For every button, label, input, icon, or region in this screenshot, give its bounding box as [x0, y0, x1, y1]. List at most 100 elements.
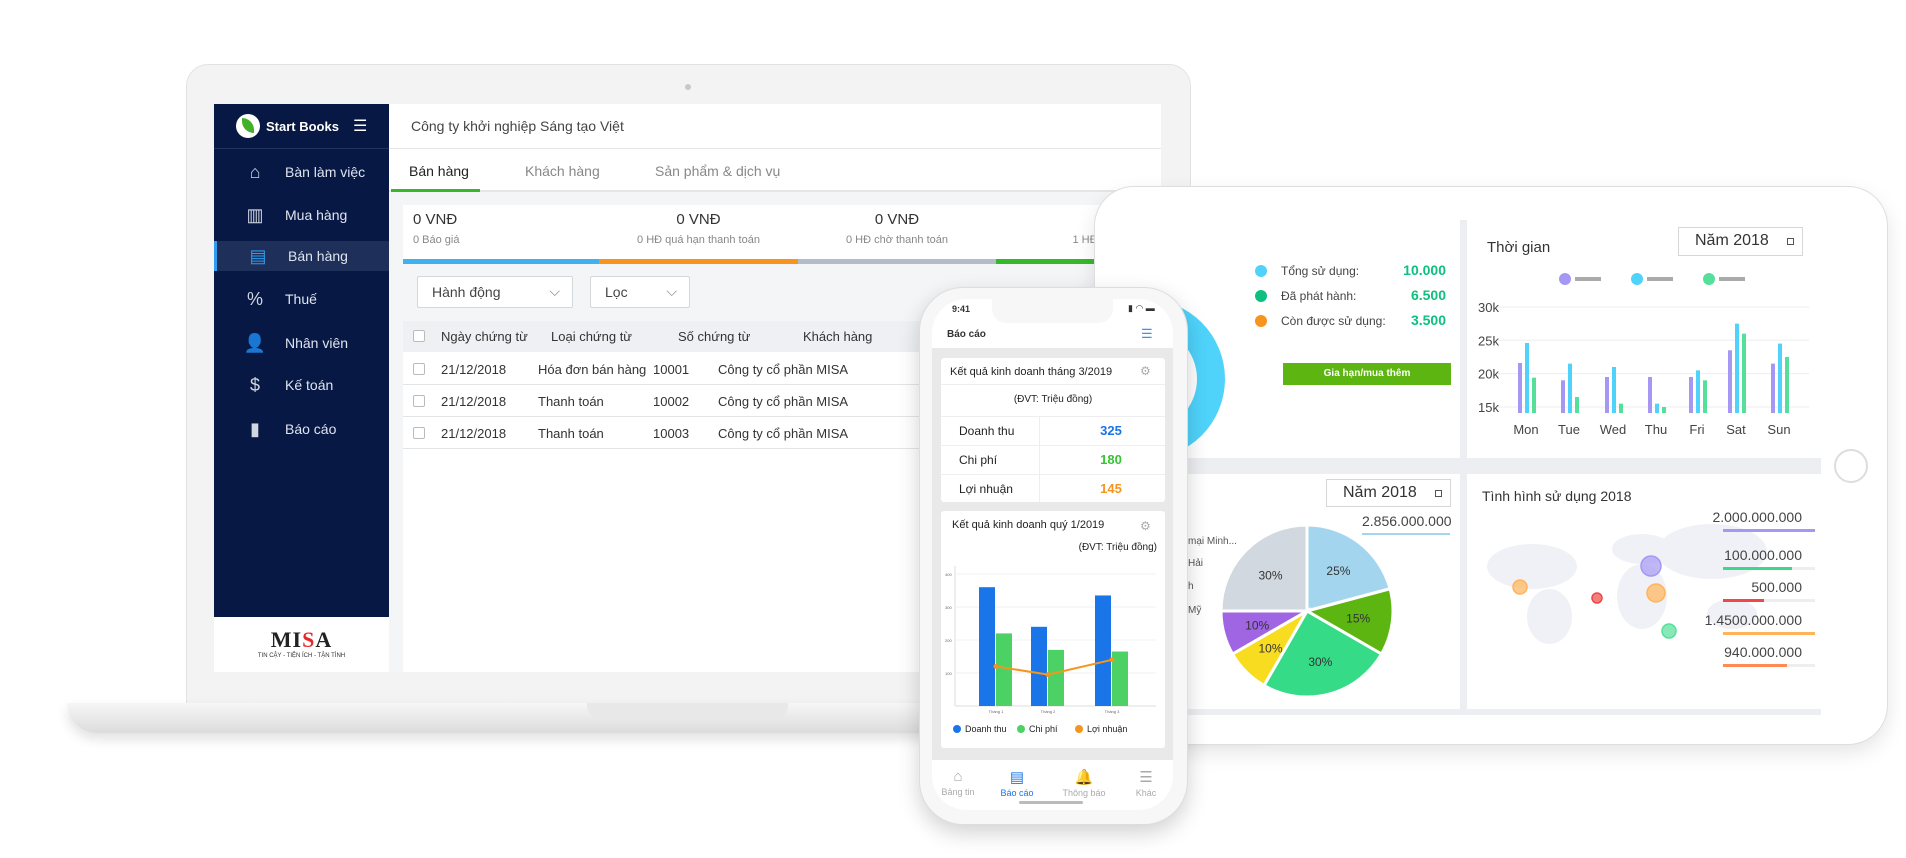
result-label: Lợi nhuận — [959, 482, 1013, 496]
tab-khach-hang[interactable]: Khách hàng — [525, 163, 600, 179]
column-header[interactable]: Số chứng từ — [678, 329, 750, 344]
tablet-home-button[interactable] — [1834, 449, 1868, 483]
bar-Wed-1 — [1612, 366, 1616, 414]
tab-report[interactable]: ▤ Báo cáo — [987, 768, 1047, 798]
map-marker[interactable] — [1640, 555, 1662, 577]
pie-panel: mại Minh... Hải h Mỹ 25% 15% 30% 10% 10% 30% Năm… — [1143, 474, 1460, 709]
legend-dot — [1703, 273, 1715, 285]
y-tick-label: 100 — [945, 671, 952, 676]
pie-slice-label: 10% — [1258, 641, 1282, 655]
percent-icon: % — [246, 288, 263, 309]
table-cell: Thanh toán — [538, 426, 604, 441]
sidebar-item-5[interactable]: $ Kế toán — [214, 370, 389, 400]
stat-1: 0 VNĐ 0 HĐ quá hạn thanh toán — [599, 211, 798, 246]
stat-0: 0 VNĐ 0 Báo giá — [413, 211, 459, 246]
status-icons: ▮ ◠ ▬ — [1128, 303, 1155, 313]
brand-name: Start Books — [266, 118, 339, 134]
column-header[interactable]: Loại chứng từ — [551, 329, 632, 344]
filter-dropdown[interactable]: Lọc ⌵ — [590, 276, 690, 308]
legend-dot — [1075, 725, 1083, 733]
bar-Sat-1 — [1735, 323, 1739, 414]
dropdown-toggle-icon — [1435, 490, 1442, 497]
pie-total: 2.856.000.000 — [1362, 513, 1452, 529]
sidebar-item-label: Mua hàng — [285, 207, 348, 223]
legend-dot — [1017, 725, 1025, 733]
y-tick-label: 20k — [1478, 367, 1499, 382]
pie-year-dropdown[interactable]: Năm 2018 — [1326, 479, 1451, 507]
map-marker[interactable] — [1591, 592, 1603, 604]
tab-label: Báo cáo — [1000, 788, 1034, 798]
result-label: Doanh thu — [959, 424, 1015, 438]
legend-dot — [1255, 265, 1267, 277]
month-card-title: Kết quả kinh doanh tháng 3/2019 — [950, 366, 1113, 378]
sidebar-item-label: Báo cáo — [285, 421, 337, 437]
stat-2: 0 VNĐ 0 HĐ chờ thanh toán — [798, 211, 996, 246]
bar-Mon-0 — [1518, 362, 1522, 414]
tab-ban-hang[interactable]: Bán hàng — [409, 163, 469, 179]
table-cell: 21/12/2018 — [441, 426, 507, 441]
usage-bar-fill — [1723, 529, 1815, 532]
row-checkbox[interactable] — [413, 395, 425, 407]
renew-button[interactable]: Gia hạn/mua thêm — [1283, 363, 1451, 385]
map-marker[interactable] — [1512, 579, 1528, 595]
bar-Tue-1 — [1568, 363, 1572, 414]
x-tick-label: Tháng 2 — [1041, 709, 1056, 714]
table-cell: 21/12/2018 — [441, 362, 507, 377]
tab-label: Bảng tin — [941, 787, 975, 797]
column-header[interactable]: Khách hàng — [803, 329, 872, 344]
tab-menu[interactable]: ☰ Khác — [1116, 768, 1173, 798]
usage-bar-fill — [1723, 632, 1815, 635]
result-value: 145 — [1100, 481, 1122, 496]
x-tick-label: Fri — [1689, 422, 1704, 437]
month-card-unit: (ĐVT: Triệu đồng) — [941, 384, 1165, 405]
tab-bell[interactable]: 🔔 Thông báo — [1054, 768, 1114, 798]
sidebar-item-4[interactable]: 👤 Nhân viên — [214, 328, 389, 358]
tab-label: Thông báo — [1062, 788, 1106, 798]
bell-icon: 🔔 — [1074, 769, 1094, 786]
result-row: Lợi nhuận 145 — [941, 474, 1165, 502]
sidebar-item-label: Bàn làm việc — [285, 164, 366, 180]
usage-label: Tổng sử dụng: — [1281, 264, 1360, 278]
bar-chart-icon: ▮ — [250, 418, 260, 439]
stats-card: 0 VNĐ 0 Báo giá 0 VNĐ 0 HĐ quá hạn thanh to… — [403, 205, 1161, 264]
invoice-icon: ▤ — [249, 245, 267, 266]
pie-slice-label: 15% — [1346, 612, 1370, 626]
table-cell: Công ty cổ phần MISA — [718, 426, 849, 441]
map-marker[interactable] — [1661, 623, 1677, 639]
x-tick-label: Tue — [1558, 422, 1580, 437]
table-cell: 10001 — [653, 362, 690, 377]
month-result-card: Kết quả kinh doanh tháng 3/2019 ⚙ (ĐVT: … — [941, 358, 1165, 502]
stat-label: 0 HĐ quá hạn thanh toán — [637, 234, 760, 246]
usage-value: 10.000 — [1403, 262, 1446, 278]
hamburger-menu-icon[interactable]: ☰ — [1141, 326, 1153, 342]
tab-san-pham-dich-vu[interactable]: Sản phẩm & dịch vụ — [655, 163, 780, 179]
legend-label: Doanh thu — [965, 724, 1007, 734]
usage-bar-fill — [1723, 664, 1788, 667]
legend-dot — [1559, 273, 1571, 285]
hamburger-menu-icon[interactable]: ☰ — [353, 116, 367, 136]
sidebar-item-0[interactable]: ⌂ Bàn làm việc — [214, 157, 389, 187]
time-bar-chart: 15k 20k 25k 30k Mon Tue Wed Thu Fri Sat Sun — [1478, 273, 1809, 437]
time-panel: Thời gian Năm 2018 15k 20k 25k 30k Mon Tue Wed… — [1467, 220, 1821, 458]
row-checkbox[interactable] — [413, 363, 425, 375]
sidebar-item-6[interactable]: ▮ Báo cáo — [214, 414, 389, 444]
sidebar-item-2[interactable]: ▤ Bán hàng — [214, 241, 389, 271]
bar-Sat-0 — [1728, 350, 1732, 414]
bar-Wed-0 — [1605, 376, 1609, 414]
settings-gear-icon[interactable]: ⚙ — [1140, 364, 1151, 378]
bar-Chi phí-Tháng 2 — [1048, 649, 1064, 706]
laptop-notch — [587, 703, 788, 718]
map-marker[interactable] — [1646, 583, 1666, 603]
sidebar-item-1[interactable]: ▥ Mua hàng — [214, 200, 389, 230]
select-all-checkbox[interactable] — [413, 330, 425, 342]
tab-home[interactable]: ⌂ Bảng tin — [932, 768, 988, 797]
table-cell: Hóa đơn bán hàng — [538, 362, 647, 377]
phone-notch — [992, 299, 1113, 323]
profit-point — [1109, 657, 1115, 663]
action-dropdown[interactable]: Hành động ⌵ — [417, 276, 573, 308]
menu-icon: ☰ — [1139, 769, 1153, 786]
table-cell: 10002 — [653, 394, 690, 409]
column-header[interactable]: Ngày chứng từ — [441, 329, 528, 344]
row-checkbox[interactable] — [413, 427, 425, 439]
sidebar-item-3[interactable]: % Thuế — [214, 284, 389, 314]
